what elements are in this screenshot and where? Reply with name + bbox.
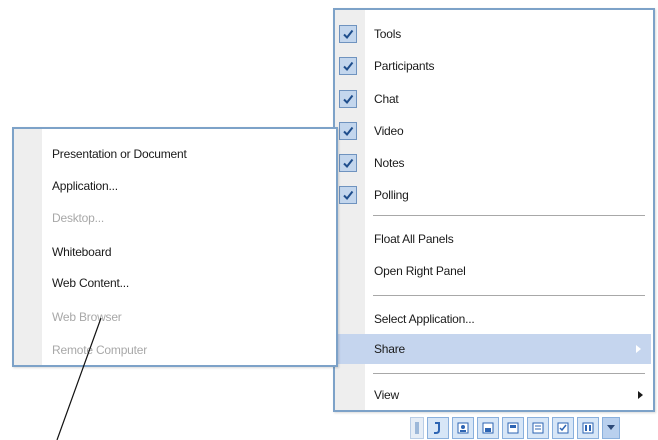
share-item-desktop[interactable]: Desktop... — [52, 208, 104, 228]
check-icon — [339, 90, 357, 108]
menu-item-label: Share — [374, 342, 406, 356]
menu-item-label: Participants — [374, 59, 435, 73]
check-icon — [339, 57, 357, 75]
menu-item-label: Tools — [374, 27, 402, 41]
menu-item-float-all-panels[interactable]: Float All Panels — [365, 224, 653, 254]
notes-panel-icon[interactable] — [527, 416, 549, 439]
menu-item-label: Select Application... — [374, 312, 475, 326]
submenu-arrow-icon — [636, 345, 641, 353]
menu-separator — [373, 295, 645, 296]
menu-separator — [373, 373, 645, 374]
sidebar-toggle-icon[interactable] — [410, 416, 424, 439]
share-item-whiteboard[interactable]: Whiteboard — [52, 242, 112, 262]
chat-panel-icon[interactable] — [477, 416, 499, 439]
check-icon — [339, 186, 357, 204]
context-menu: Tools Participants Chat Video Notes Poll… — [333, 8, 655, 412]
menu-separator — [373, 215, 645, 216]
menu-item-polling[interactable]: Polling — [339, 180, 653, 210]
menu-item-label: Open Right Panel — [374, 264, 466, 278]
menu-item-chat[interactable]: Chat — [339, 84, 653, 114]
menu-item-label: View — [374, 388, 399, 402]
share-item-application[interactable]: Application... — [52, 176, 118, 196]
check-icon — [339, 154, 357, 172]
menu-item-label: Notes — [374, 156, 405, 170]
menu-item-tools[interactable]: Tools — [339, 19, 653, 49]
panel-toolbar — [410, 415, 658, 440]
check-icon — [339, 122, 357, 140]
menu-item-label: Video — [374, 124, 404, 138]
polling-panel-icon[interactable] — [552, 416, 574, 439]
tools-panel-icon[interactable] — [427, 416, 449, 439]
menu-item-notes[interactable]: Notes — [339, 148, 653, 178]
menu-item-view[interactable]: View — [365, 380, 653, 410]
menu-item-open-right-panel[interactable]: Open Right Panel — [365, 256, 653, 286]
submenu-arrow-icon — [638, 391, 643, 399]
menu-item-video[interactable]: Video — [339, 116, 653, 146]
menu-icon-gutter — [14, 129, 42, 365]
menu-item-share[interactable]: Share — [337, 334, 651, 364]
menu-item-label: Polling — [374, 188, 409, 202]
menu-item-label: Chat — [374, 92, 399, 106]
menu-item-participants[interactable]: Participants — [339, 51, 653, 81]
share-item-presentation-or-document[interactable]: Presentation or Document — [52, 144, 187, 164]
share-item-web-browser[interactable]: Web Browser — [52, 307, 122, 327]
menu-item-select-application[interactable]: Select Application... — [365, 304, 653, 334]
layout-icon[interactable] — [577, 416, 599, 439]
share-item-web-content[interactable]: Web Content... — [52, 273, 129, 293]
video-panel-icon[interactable] — [502, 416, 524, 439]
share-submenu: Presentation or Document Application... … — [12, 127, 338, 367]
check-icon — [339, 25, 357, 43]
toolbar-menu-icon[interactable] — [602, 416, 620, 439]
menu-item-label: Float All Panels — [374, 232, 454, 246]
participants-panel-icon[interactable] — [452, 416, 474, 439]
share-item-remote-computer[interactable]: Remote Computer — [52, 340, 147, 360]
